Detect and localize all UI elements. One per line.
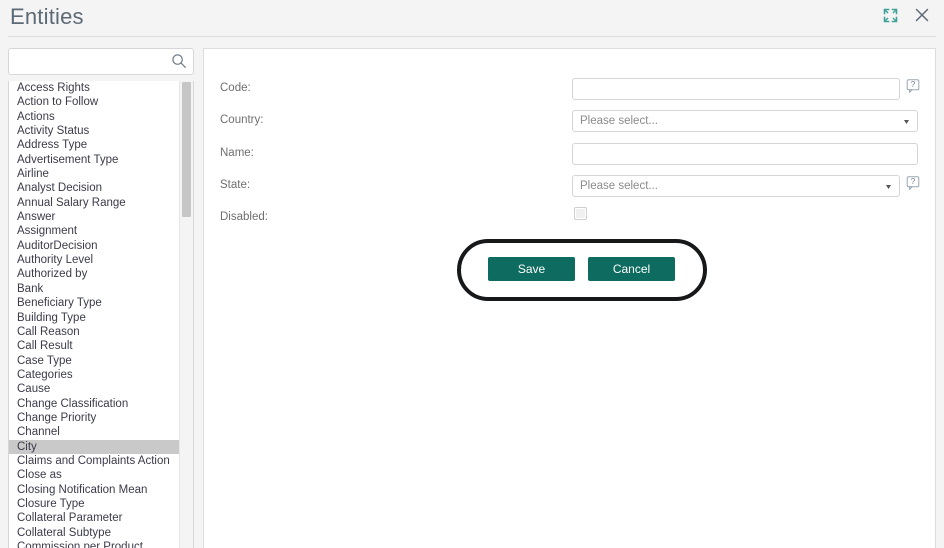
chevron-down-icon [886,185,891,189]
list-item[interactable]: Airline [9,167,180,181]
list-item[interactable]: Bank [9,282,180,296]
form-actions: Save Cancel [457,239,707,303]
form-row: Name: [204,143,935,173]
list-item[interactable]: Commission per Product [9,540,180,548]
window-actions [880,5,932,25]
country-select-value: Please select... [580,115,658,127]
list-item[interactable]: Advertisement Type [9,153,180,167]
list-item[interactable]: AuditorDecision [9,239,180,253]
disabled-checkbox[interactable] [574,207,587,220]
form-label-disabled: Disabled: [220,211,268,223]
list-item[interactable]: Answer [9,210,180,224]
list-item[interactable]: Actions [9,110,180,124]
save-button[interactable]: Save [488,257,575,281]
form-label-country: Country: [220,114,264,126]
svg-text:?: ? [911,177,916,186]
entities-window: Entities Access Rights Action to Follow … [0,0,944,548]
state-help-icon[interactable]: ? [906,176,920,191]
form-label-code: Code: [220,82,251,94]
svg-text:?: ? [911,80,916,89]
list-item[interactable]: Close as [9,468,180,482]
search-input[interactable] [9,49,169,74]
search-box[interactable] [8,48,194,75]
expand-icon[interactable] [880,5,900,25]
form-row: Code:? [204,78,935,108]
close-icon-svg [915,8,929,22]
code-input[interactable] [572,78,900,100]
form-label-state: State: [220,179,251,191]
expand-icon-svg [883,8,897,22]
chevron-down-icon [904,120,909,124]
list-item[interactable]: Channel [9,425,180,439]
header-divider [8,36,936,37]
state-select[interactable]: Please select... [572,175,900,197]
entity-form-panel: Code:? Country: Please select... Name: State… [203,48,936,548]
form-row: State: Please select...? [204,175,935,205]
list-item[interactable]: Case Type [9,354,180,368]
list-item[interactable]: Collateral Subtype [9,526,180,540]
entity-list-scrollport: Access Rights Action to Follow Actions Acti… [9,81,180,548]
cancel-button[interactable]: Cancel [588,257,675,281]
list-item[interactable]: Building Type [9,311,180,325]
list-item[interactable]: Activity Status [9,124,180,138]
list-item[interactable]: Action to Follow [9,95,180,109]
list-item[interactable]: Beneficiary Type [9,296,180,310]
code-help-icon[interactable]: ? [906,79,920,94]
list-item[interactable]: Categories [9,368,180,382]
list-item[interactable]: Cause [9,382,180,396]
list-item[interactable]: Assignment [9,224,180,238]
list-item[interactable]: Change Priority [9,411,180,425]
close-icon[interactable] [912,5,932,25]
state-select-value: Please select... [580,180,658,192]
entity-list-panel: Access Rights Action to Follow Actions Acti… [8,48,194,548]
list-item[interactable]: Access Rights [9,81,180,95]
list-item[interactable]: Claims and Complaints Action [9,454,180,468]
list-item[interactable]: Address Type [9,138,180,152]
list-item[interactable]: Collateral Parameter [9,511,180,525]
entity-list[interactable]: Access Rights Action to Follow Actions Acti… [8,81,194,548]
list-item[interactable]: Annual Salary Range [9,196,180,210]
list-item[interactable]: Closing Notification Mean [9,483,180,497]
country-select[interactable]: Please select... [572,110,918,132]
list-item[interactable]: Call Result [9,339,180,353]
help-bubble-icon: ? [906,79,920,93]
form-label-name: Name: [220,147,254,159]
list-item[interactable]: City [9,439,180,454]
entity-list-scroll-thumb[interactable] [182,82,191,217]
help-bubble-icon: ? [906,176,920,190]
form-row: Country: Please select... [204,110,935,140]
name-input[interactable] [572,143,918,165]
page-title: Entities [10,4,84,29]
list-item[interactable]: Authority Level [9,253,180,267]
window-titlebar: Entities [0,0,944,33]
entity-list-scrollbar[interactable] [179,81,193,548]
list-item[interactable]: Call Reason [9,325,180,339]
search-icon [172,54,186,68]
list-item[interactable]: Analyst Decision [9,181,180,195]
list-item[interactable]: Authorized by [9,267,180,281]
list-item[interactable]: Closure Type [9,497,180,511]
form-row: Disabled: [204,207,935,237]
list-item[interactable]: Change Classification [9,397,180,411]
